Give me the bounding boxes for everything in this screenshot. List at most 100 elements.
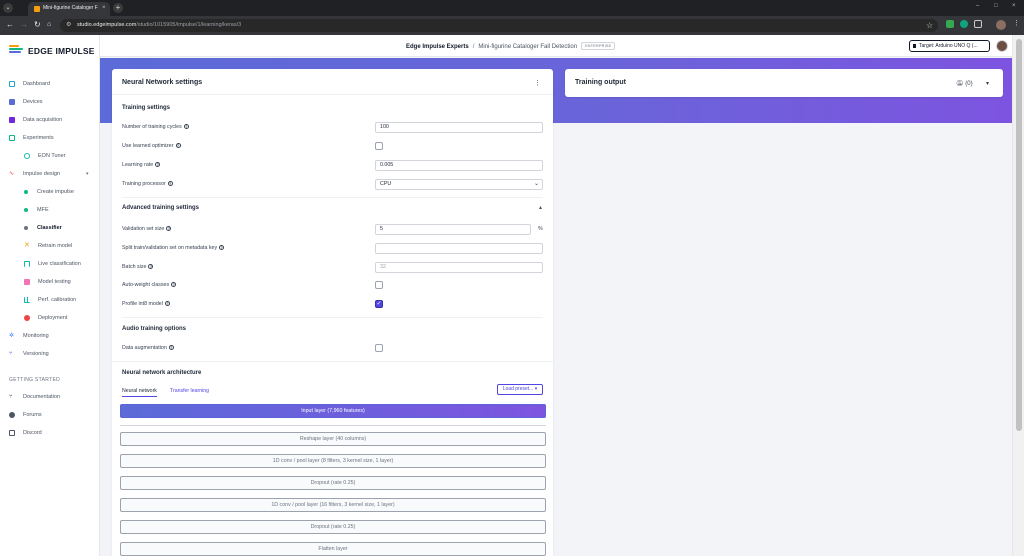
new-tab-button[interactable]: + — [113, 3, 123, 13]
help-icon[interactable]: ? — [175, 143, 181, 148]
back-icon[interactable]: ← — [6, 20, 14, 30]
flatten-layer-block[interactable]: Flatten layer — [120, 542, 546, 556]
testing-icon — [24, 279, 30, 285]
help-icon[interactable]: ? — [171, 282, 177, 287]
sidebar-item-create-impulse[interactable]: Create impulse — [24, 187, 74, 197]
chip-icon — [913, 44, 916, 48]
target-device-button[interactable]: Target: Arduino UNO Q (... — [909, 40, 990, 52]
help-icon[interactable]: ? — [168, 345, 174, 350]
sidebar-item-versioning[interactable]: ⑂ Versioning — [9, 349, 49, 359]
browser-tab-bar: ⌄ Mini-figurine Cataloger Fall De × + – … — [0, 0, 1024, 16]
extension-openai-icon[interactable] — [960, 20, 968, 28]
extensions-puzzle-icon[interactable] — [974, 20, 982, 28]
brand-name[interactable]: EDGE IMPULSE — [28, 46, 95, 56]
profile-int8-label: Profile int8 model? — [122, 301, 170, 307]
avatar[interactable] — [996, 40, 1008, 52]
calibration-icon — [24, 297, 30, 303]
sidebar-item-live-classification[interactable]: Live classification — [24, 259, 81, 269]
dropout-layer-2-block[interactable]: Dropout (rate 0.25) — [120, 520, 546, 534]
batch-size-input[interactable]: 32 — [375, 262, 543, 273]
home-icon[interactable]: ⌂ — [47, 20, 51, 30]
percent-unit: % — [538, 226, 543, 232]
notification-count: (0) — [965, 81, 973, 87]
training-cycles-input[interactable]: 100 — [375, 122, 543, 133]
tab-search-icon[interactable]: ⌄ — [3, 3, 13, 13]
maximize-icon[interactable]: □ — [994, 3, 998, 9]
sidebar-item-mfe[interactable]: MFE — [24, 205, 49, 215]
learned-optimizer-checkbox[interactable] — [375, 142, 383, 150]
tab-transfer-learning[interactable]: Transfer learning — [170, 388, 209, 396]
address-bar[interactable]: ⚙ studio.edgeimpulse.com/studio/1015905/… — [60, 19, 938, 32]
reload-icon[interactable]: ↻ — [34, 20, 41, 30]
dropout-layer-1-block[interactable]: Dropout (rate 0.25) — [120, 476, 546, 490]
conv-layer-1-block[interactable]: 1D conv / pool layer (8 filters, 3 kerne… — [120, 454, 546, 468]
browser-tab[interactable]: Mini-figurine Cataloger Fall De × — [28, 2, 110, 16]
page-scrollbar[interactable] — [1012, 35, 1024, 556]
chevron-down-icon[interactable]: ▾ — [86, 171, 89, 177]
conv-layer-2-block[interactable]: 1D conv / pool layer (16 filters, 3 kern… — [120, 498, 546, 512]
help-icon[interactable]: ? — [155, 162, 161, 167]
docs-icon: ⑂ — [9, 394, 13, 400]
data-augmentation-checkbox[interactable] — [375, 344, 383, 352]
breadcrumb-project[interactable]: Mini-figurine Cataloger Fall Detection — [478, 44, 577, 50]
dot-icon — [24, 226, 28, 230]
load-preset-button[interactable]: Load preset... ▾ — [497, 384, 543, 395]
sidebar-item-experiments[interactable]: Experiments — [9, 133, 54, 143]
sidebar-item-retrain-model[interactable]: ✕ Retrain model — [24, 241, 72, 251]
favicon-icon — [34, 6, 40, 12]
help-icon[interactable]: ? — [148, 264, 154, 269]
breadcrumb-owner[interactable]: Edge Impulse Experts — [406, 44, 469, 50]
bookmark-star-icon[interactable]: ☆ — [926, 21, 933, 30]
sidebar: EDGE IMPULSE Dashboard Devices Data acqu… — [0, 35, 100, 556]
sidebar-item-classifier[interactable]: Classifier — [24, 223, 62, 233]
training-processor-select[interactable]: CPU ⌄ — [375, 179, 543, 190]
profile-int8-checkbox[interactable]: ✓ — [375, 300, 383, 308]
sidebar-item-forums[interactable]: Forums — [9, 410, 42, 420]
help-icon[interactable]: ? — [219, 245, 225, 250]
chevron-down-icon[interactable]: ▾ — [986, 80, 989, 87]
browser-profile-avatar[interactable] — [996, 20, 1006, 30]
more-options-icon[interactable]: ⋮ — [534, 79, 541, 87]
sidebar-item-impulse-design[interactable]: ∿ Impulse design — [9, 169, 60, 179]
learning-rate-label: Learning rate? — [122, 162, 161, 168]
close-tab-icon[interactable]: × — [102, 5, 106, 11]
tab-neural-network[interactable]: Neural network — [122, 388, 157, 397]
sidebar-item-dashboard[interactable]: Dashboard — [9, 79, 50, 89]
sidebar-item-data-acquisition[interactable]: Data acquisition — [9, 115, 62, 125]
audio-options-header: Audio training options — [122, 326, 186, 332]
deploy-icon — [24, 315, 30, 321]
site-info-icon[interactable]: ⚙ — [66, 22, 72, 28]
forward-icon[interactable]: → — [20, 20, 28, 30]
sidebar-item-model-testing[interactable]: Model testing — [24, 277, 71, 287]
browser-menu-icon[interactable]: ⋮ — [1013, 19, 1020, 27]
enterprise-badge: ENTERPRISE — [581, 42, 616, 50]
minimize-icon[interactable]: – — [976, 3, 979, 9]
help-icon[interactable]: ? — [183, 124, 189, 129]
sidebar-item-devices[interactable]: Devices — [9, 97, 43, 107]
learning-rate-input[interactable]: 0.005 — [375, 160, 543, 171]
monitoring-icon: ✲ — [9, 333, 15, 339]
edge-impulse-logo-icon[interactable] — [9, 45, 23, 55]
app: EDGE IMPULSE Dashboard Devices Data acqu… — [0, 35, 1024, 556]
extension-shield-icon[interactable] — [946, 20, 954, 28]
chevron-up-icon[interactable]: ▴ — [539, 204, 542, 211]
reshape-layer-block[interactable]: Reshape layer (40 columns) — [120, 432, 546, 446]
auto-weight-checkbox[interactable] — [375, 281, 383, 289]
validation-size-input[interactable]: 5 — [375, 224, 531, 235]
close-window-icon[interactable]: × — [1012, 3, 1016, 9]
breadcrumb: Edge Impulse Experts / Mini-figurine Catal… — [406, 42, 616, 50]
help-icon[interactable]: ? — [164, 301, 170, 306]
help-icon[interactable]: ? — [167, 181, 173, 186]
split-metadata-input[interactable] — [375, 243, 543, 254]
sidebar-item-monitoring[interactable]: ✲ Monitoring — [9, 331, 49, 341]
sidebar-item-deployment[interactable]: Deployment — [24, 313, 67, 323]
scrollbar-thumb[interactable] — [1016, 39, 1022, 431]
help-icon[interactable]: ? — [166, 226, 172, 231]
sidebar-item-eon-tuner[interactable]: EON Tuner — [24, 151, 66, 161]
sidebar-item-discord[interactable]: Discord — [9, 428, 42, 438]
device-icon — [9, 99, 15, 105]
input-layer-block[interactable]: Input layer (7,960 features) — [120, 404, 546, 418]
sidebar-item-perf-calibration[interactable]: Perf. calibration — [24, 295, 76, 305]
notifications-muted-icon[interactable]: 🔕︎ (0) — [956, 80, 973, 87]
sidebar-item-documentation[interactable]: ⑂ Documentation — [9, 392, 60, 402]
